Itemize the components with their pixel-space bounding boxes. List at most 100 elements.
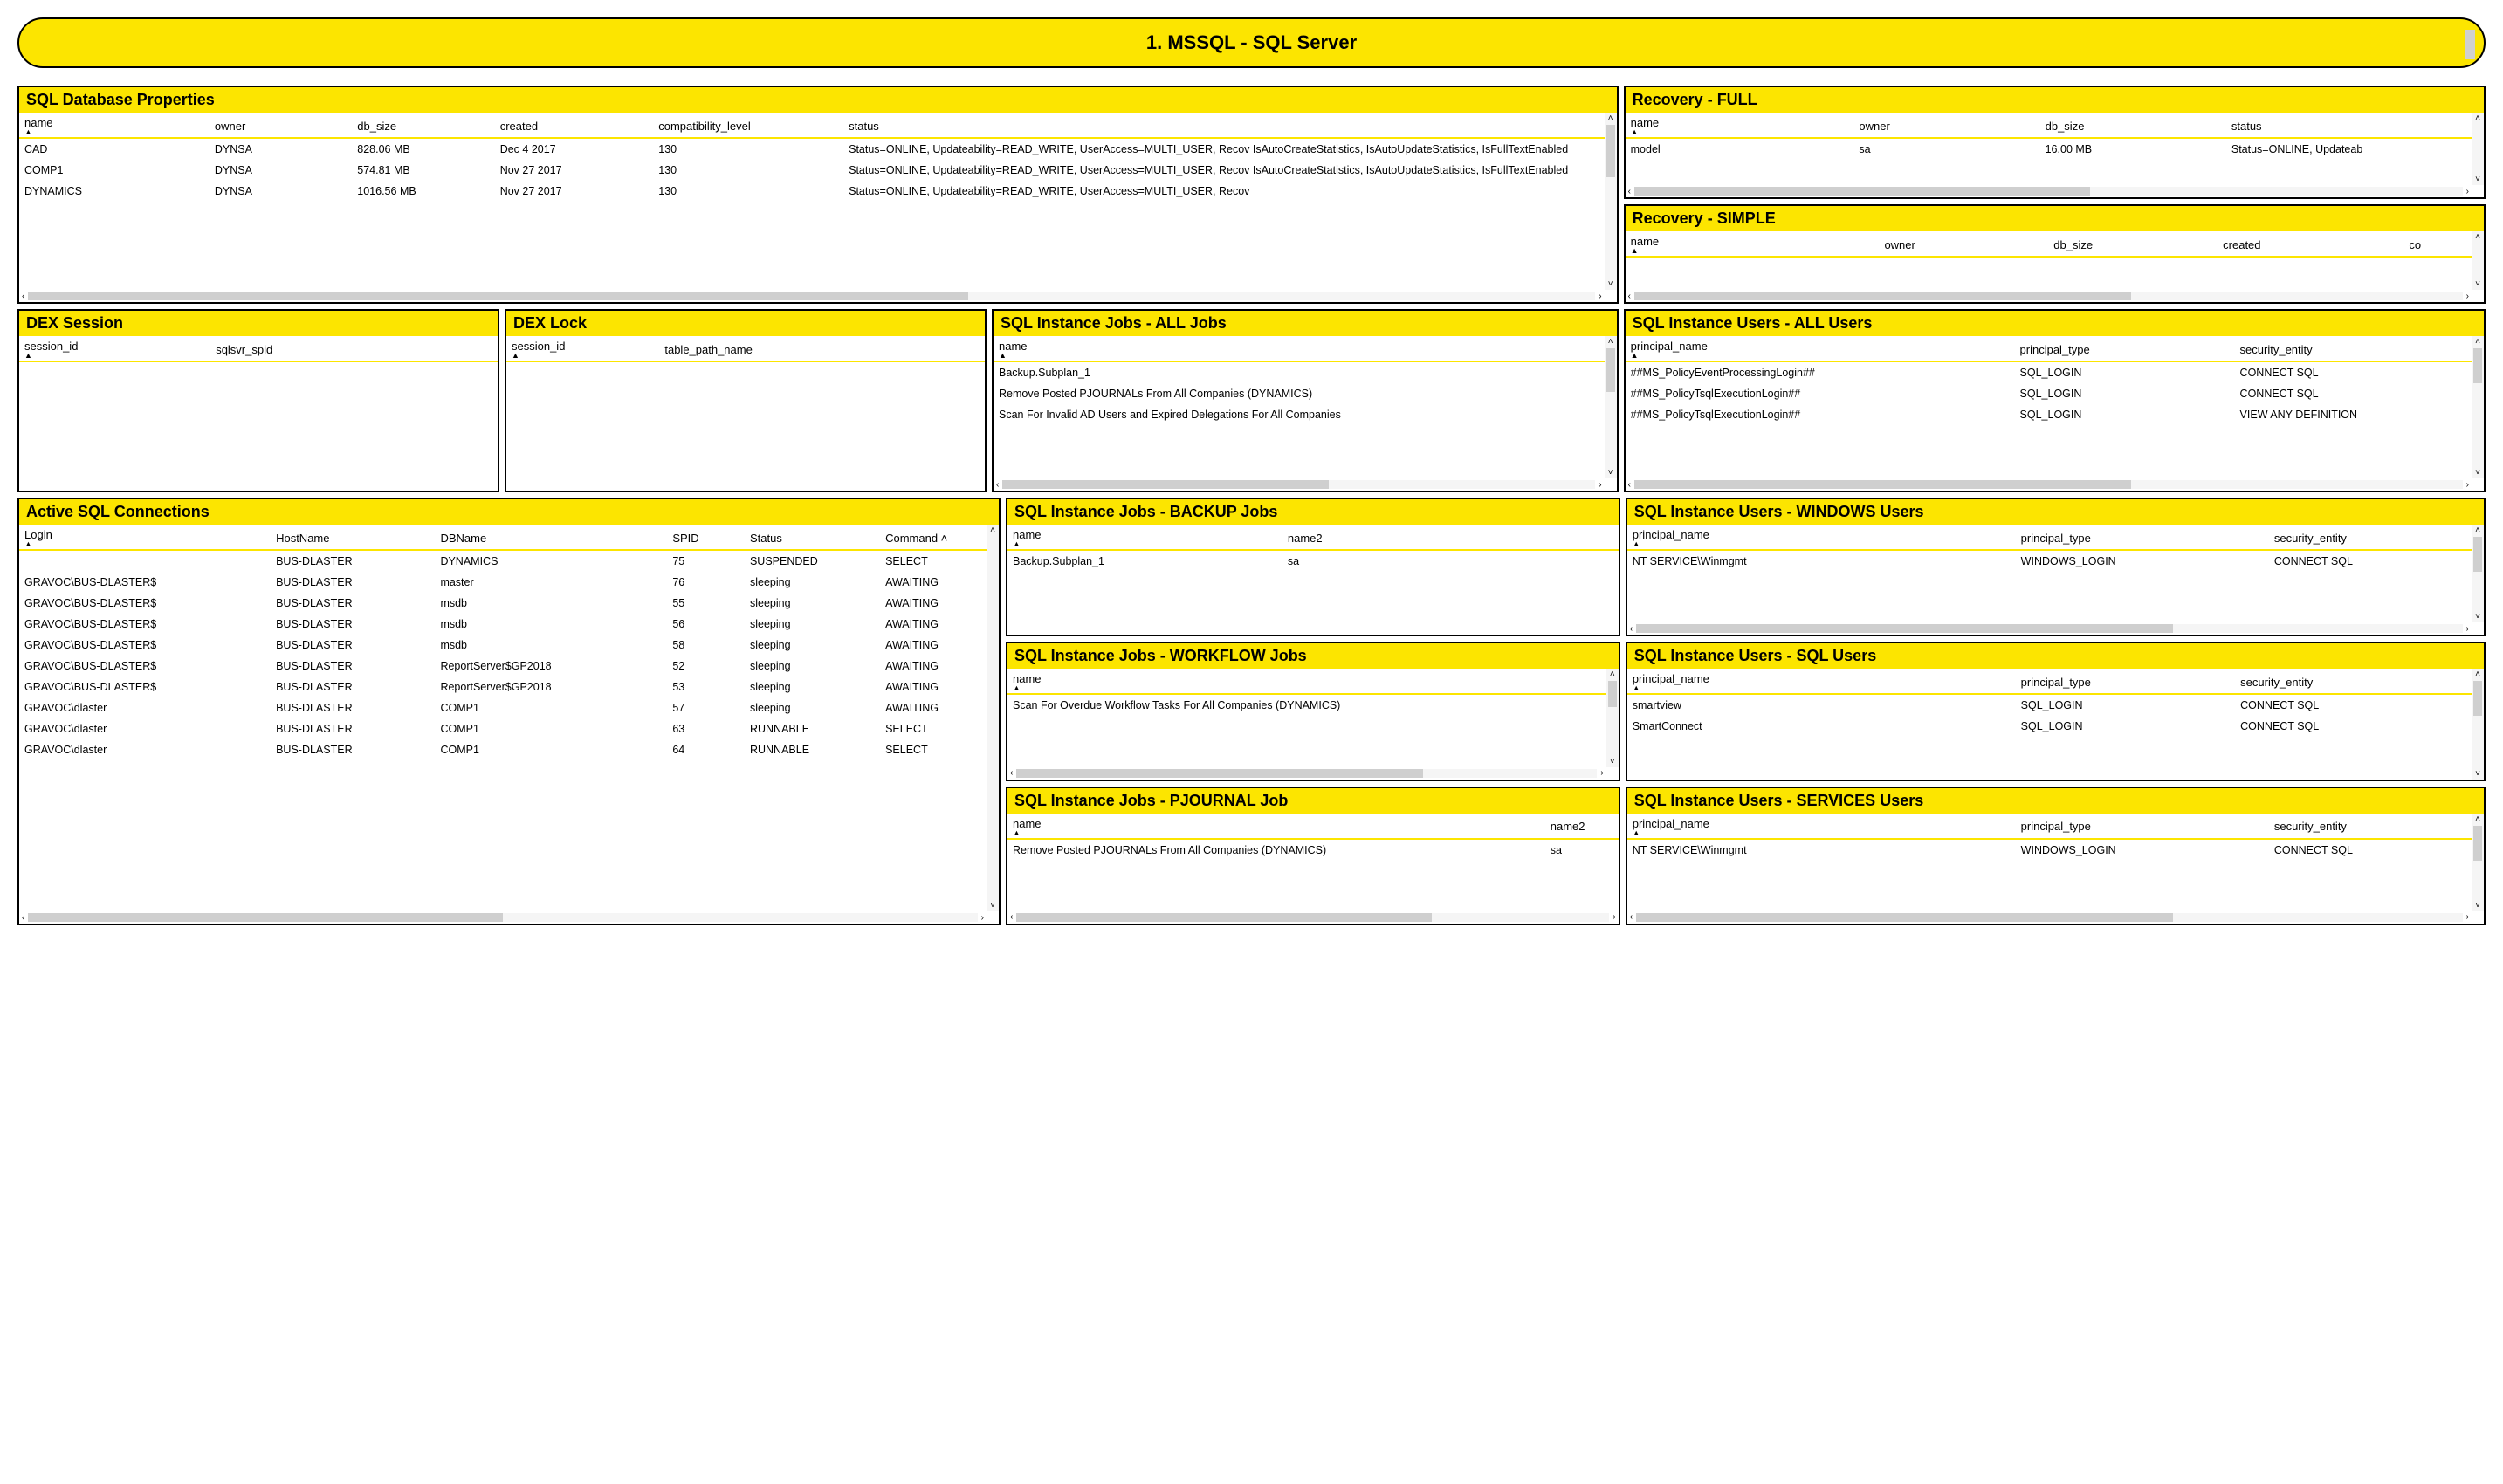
table-row[interactable]: ##MS_PolicyTsqlExecutionLogin##SQL_LOGIN… bbox=[1626, 383, 2472, 404]
table-row[interactable]: ##MS_PolicyTsqlExecutionLogin##SQL_LOGIN… bbox=[1626, 404, 2472, 425]
col-principal-name[interactable]: principal_name▲ bbox=[1626, 336, 2015, 361]
scroll-down-icon[interactable]: ˅ bbox=[1610, 757, 1615, 766]
scroll-right-icon[interactable]: › bbox=[2465, 292, 2471, 301]
scroll-up-icon[interactable]: ˄ bbox=[2475, 670, 2480, 679]
col-dbsize[interactable]: db_size bbox=[352, 113, 494, 138]
horizontal-scrollbar[interactable]: ‹› bbox=[1626, 185, 2472, 197]
scroll-down-icon[interactable]: ˅ bbox=[1608, 468, 1613, 477]
horizontal-scrollbar[interactable]: ‹› bbox=[994, 478, 1605, 491]
col-security-entity[interactable]: security_entity bbox=[2235, 669, 2472, 694]
table-row[interactable]: GRAVOC\BUS-DLASTER$BUS-DLASTERReportServ… bbox=[19, 677, 987, 697]
col-status[interactable]: Status bbox=[745, 525, 880, 550]
table-row[interactable]: GRAVOC\BUS-DLASTER$BUS-DLASTERReportServ… bbox=[19, 656, 987, 677]
col-created[interactable]: created bbox=[2218, 231, 2403, 257]
table-row[interactable]: Scan For Invalid AD Users and Expired De… bbox=[994, 404, 1605, 425]
col-principal-type[interactable]: principal_type bbox=[2016, 814, 2269, 839]
horizontal-scrollbar[interactable]: ‹› bbox=[1627, 911, 2472, 924]
col-name2[interactable]: name2 bbox=[1282, 525, 1619, 550]
vertical-scrollbar[interactable]: ˄˅ bbox=[1606, 669, 1619, 766]
col-name[interactable]: name▲ bbox=[1007, 669, 1606, 694]
table-row[interactable]: Remove Posted PJOURNALs From All Compani… bbox=[1007, 839, 1619, 861]
col-name2[interactable]: name2 bbox=[1545, 814, 1619, 839]
scroll-left-icon[interactable]: ‹ bbox=[1008, 912, 1014, 922]
col-principal-type[interactable]: principal_type bbox=[2015, 336, 2235, 361]
scroll-down-icon[interactable]: ˅ bbox=[2475, 279, 2480, 289]
horizontal-scrollbar[interactable]: ‹› bbox=[1626, 478, 2472, 491]
col-table-path-name[interactable]: table_path_name bbox=[659, 336, 985, 361]
table-row[interactable]: NT SERVICE\WinmgmtWINDOWS_LOGINCONNECT S… bbox=[1627, 550, 2472, 572]
scroll-right-icon[interactable]: › bbox=[2465, 624, 2471, 634]
col-principal-name[interactable]: principal_name▲ bbox=[1627, 669, 2016, 694]
title-scroll-indicator[interactable] bbox=[2465, 30, 2475, 59]
scroll-left-icon[interactable]: ‹ bbox=[1628, 624, 1634, 634]
horizontal-scrollbar[interactable]: ‹› bbox=[1007, 911, 1619, 924]
horizontal-scrollbar[interactable]: ‹› bbox=[19, 911, 987, 924]
col-name[interactable]: name▲ bbox=[994, 336, 1605, 361]
col-co[interactable]: co bbox=[2403, 231, 2472, 257]
col-name[interactable]: name▲ bbox=[19, 113, 210, 138]
table-row[interactable]: GRAVOC\BUS-DLASTER$BUS-DLASTERmsdb58slee… bbox=[19, 635, 987, 656]
vertical-scrollbar[interactable]: ˄˅ bbox=[2472, 336, 2484, 478]
scroll-up-icon[interactable]: ˄ bbox=[2475, 814, 2480, 824]
table-row[interactable]: Backup.Subplan_1sa bbox=[1007, 550, 1619, 572]
table-row[interactable]: DYNAMICSDYNSA1016.56 MBNov 27 2017130Sta… bbox=[19, 181, 1605, 202]
scroll-left-icon[interactable]: ‹ bbox=[1626, 480, 1633, 490]
vertical-scrollbar[interactable]: ˄˅ bbox=[2472, 669, 2484, 779]
col-created[interactable]: created bbox=[495, 113, 654, 138]
table-row[interactable]: Remove Posted PJOURNALs From All Compani… bbox=[994, 383, 1605, 404]
scroll-left-icon[interactable]: ‹ bbox=[1626, 187, 1633, 196]
scroll-up-icon[interactable]: ˄ bbox=[1610, 670, 1615, 679]
col-owner[interactable]: owner bbox=[1853, 113, 2039, 138]
col-hostname[interactable]: HostName bbox=[271, 525, 435, 550]
scroll-up-icon[interactable]: ˄ bbox=[2475, 113, 2480, 123]
col-principal-name[interactable]: principal_name▲ bbox=[1627, 525, 2016, 550]
vertical-scrollbar[interactable]: ˄˅ bbox=[1605, 113, 1617, 290]
scroll-up-icon[interactable]: ˄ bbox=[1608, 113, 1613, 123]
scroll-right-icon[interactable]: › bbox=[2465, 187, 2471, 196]
col-principal-type[interactable]: principal_type bbox=[2016, 669, 2235, 694]
scroll-right-icon[interactable]: › bbox=[1599, 768, 1605, 778]
horizontal-scrollbar[interactable]: ‹› bbox=[19, 290, 1605, 302]
vertical-scrollbar[interactable]: ˄˅ bbox=[2472, 231, 2484, 290]
scroll-up-icon[interactable]: ˄ bbox=[2475, 526, 2480, 535]
table-row[interactable]: SmartConnectSQL_LOGINCONNECT SQL bbox=[1627, 716, 2472, 737]
table-row[interactable]: modelsa16.00 MBStatus=ONLINE, Updateab bbox=[1626, 138, 2472, 160]
scroll-left-icon[interactable]: ‹ bbox=[20, 292, 26, 301]
table-row[interactable]: GRAVOC\BUS-DLASTER$BUS-DLASTERmsdb56slee… bbox=[19, 614, 987, 635]
horizontal-scrollbar[interactable]: ‹› bbox=[1627, 622, 2472, 635]
scroll-up-icon[interactable]: ˄ bbox=[990, 526, 995, 535]
col-sqlsvr-spid[interactable]: sqlsvr_spid bbox=[210, 336, 498, 361]
scroll-left-icon[interactable]: ‹ bbox=[1628, 912, 1634, 922]
col-command[interactable]: Command ˄ bbox=[880, 525, 987, 550]
scroll-down-icon[interactable]: ˅ bbox=[1608, 279, 1613, 289]
scroll-left-icon[interactable]: ‹ bbox=[1008, 768, 1014, 778]
col-login[interactable]: Login▲ bbox=[19, 525, 271, 550]
table-row[interactable]: GRAVOC\BUS-DLASTER$BUS-DLASTERmsdb55slee… bbox=[19, 593, 987, 614]
vertical-scrollbar[interactable]: ˄˅ bbox=[1605, 336, 1617, 478]
vertical-scrollbar[interactable]: ˄˅ bbox=[2472, 814, 2484, 911]
col-name[interactable]: name▲ bbox=[1626, 231, 1880, 257]
scroll-up-icon[interactable]: ˄ bbox=[2475, 232, 2480, 242]
horizontal-scrollbar[interactable]: ‹› bbox=[1007, 767, 1606, 780]
scroll-down-icon[interactable]: ˅ bbox=[2475, 901, 2480, 910]
vertical-scrollbar[interactable]: ˄˅ bbox=[987, 525, 999, 911]
table-row[interactable]: GRAVOC\dlasterBUS-DLASTERCOMP164RUNNABLE… bbox=[19, 739, 987, 760]
col-name[interactable]: name▲ bbox=[1007, 814, 1545, 839]
col-security-entity[interactable]: security_entity bbox=[2235, 336, 2472, 361]
table-row[interactable]: GRAVOC\dlasterBUS-DLASTERCOMP163RUNNABLE… bbox=[19, 718, 987, 739]
table-row[interactable]: BUS-DLASTERDYNAMICS75SUSPENDEDSELECT bbox=[19, 550, 987, 572]
col-name[interactable]: name▲ bbox=[1626, 113, 1854, 138]
col-session-id[interactable]: session_id▲ bbox=[19, 336, 210, 361]
scroll-down-icon[interactable]: ˅ bbox=[2475, 468, 2480, 477]
col-dbsize[interactable]: db_size bbox=[2040, 113, 2226, 138]
col-security-entity[interactable]: security_entity bbox=[2269, 525, 2472, 550]
vertical-scrollbar[interactable]: ˄˅ bbox=[2472, 113, 2484, 185]
scroll-down-icon[interactable]: ˅ bbox=[2475, 612, 2480, 622]
col-status[interactable]: status bbox=[2226, 113, 2472, 138]
col-dbsize[interactable]: db_size bbox=[2048, 231, 2218, 257]
col-owner[interactable]: owner bbox=[1879, 231, 2048, 257]
col-principal-name[interactable]: principal_name▲ bbox=[1627, 814, 2016, 839]
scroll-up-icon[interactable]: ˄ bbox=[1608, 337, 1613, 347]
col-principal-type[interactable]: principal_type bbox=[2016, 525, 2269, 550]
scroll-right-icon[interactable]: › bbox=[1611, 912, 1617, 922]
